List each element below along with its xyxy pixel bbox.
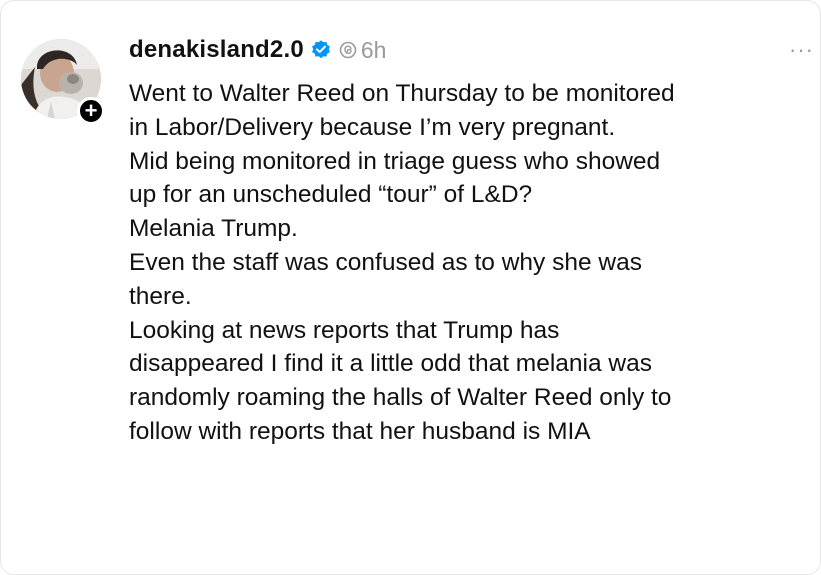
post-timestamp: 6h xyxy=(360,36,387,63)
verified-badge-icon xyxy=(310,39,332,61)
post-text-line: Even the staff was confused as to why sh… xyxy=(129,248,642,276)
ellipsis-icon: ··· xyxy=(789,37,814,62)
post-body: Went to Walter Reed on Thursday to be mo… xyxy=(129,77,819,449)
post-text-line: follow with reports that her husband is … xyxy=(129,417,591,445)
threads-logo-icon xyxy=(338,40,358,60)
post-text-line: Mid being monitored in triage guess who … xyxy=(129,147,661,175)
post-text-line: Looking at news reports that Trump has xyxy=(129,316,560,344)
post-text-line: up for an unscheduled “tour” of L&D? xyxy=(129,181,533,209)
post-text-line: in Labor/Delivery because I’m very pregn… xyxy=(129,113,616,141)
post-text-line: there. xyxy=(129,282,192,310)
username[interactable]: denakisland2.0 xyxy=(129,36,304,64)
plus-icon: + xyxy=(84,98,98,123)
follow-button[interactable]: + xyxy=(77,97,105,125)
post-text-line: randomly roaming the halls of Walter Ree… xyxy=(129,384,672,412)
post-text-line: Melania Trump. xyxy=(129,215,298,243)
post-text-line: disappeared I find it a little odd that … xyxy=(129,350,652,378)
post-text-line: Went to Walter Reed on Thursday to be mo… xyxy=(129,80,675,107)
post-header: denakisland2.0 6h xyxy=(129,33,386,67)
avatar-container[interactable]: + xyxy=(21,39,105,125)
post-card: + denakisland2.0 6h ··· Went to Walter R… xyxy=(0,0,821,575)
more-options-button[interactable]: ··· xyxy=(789,37,814,63)
